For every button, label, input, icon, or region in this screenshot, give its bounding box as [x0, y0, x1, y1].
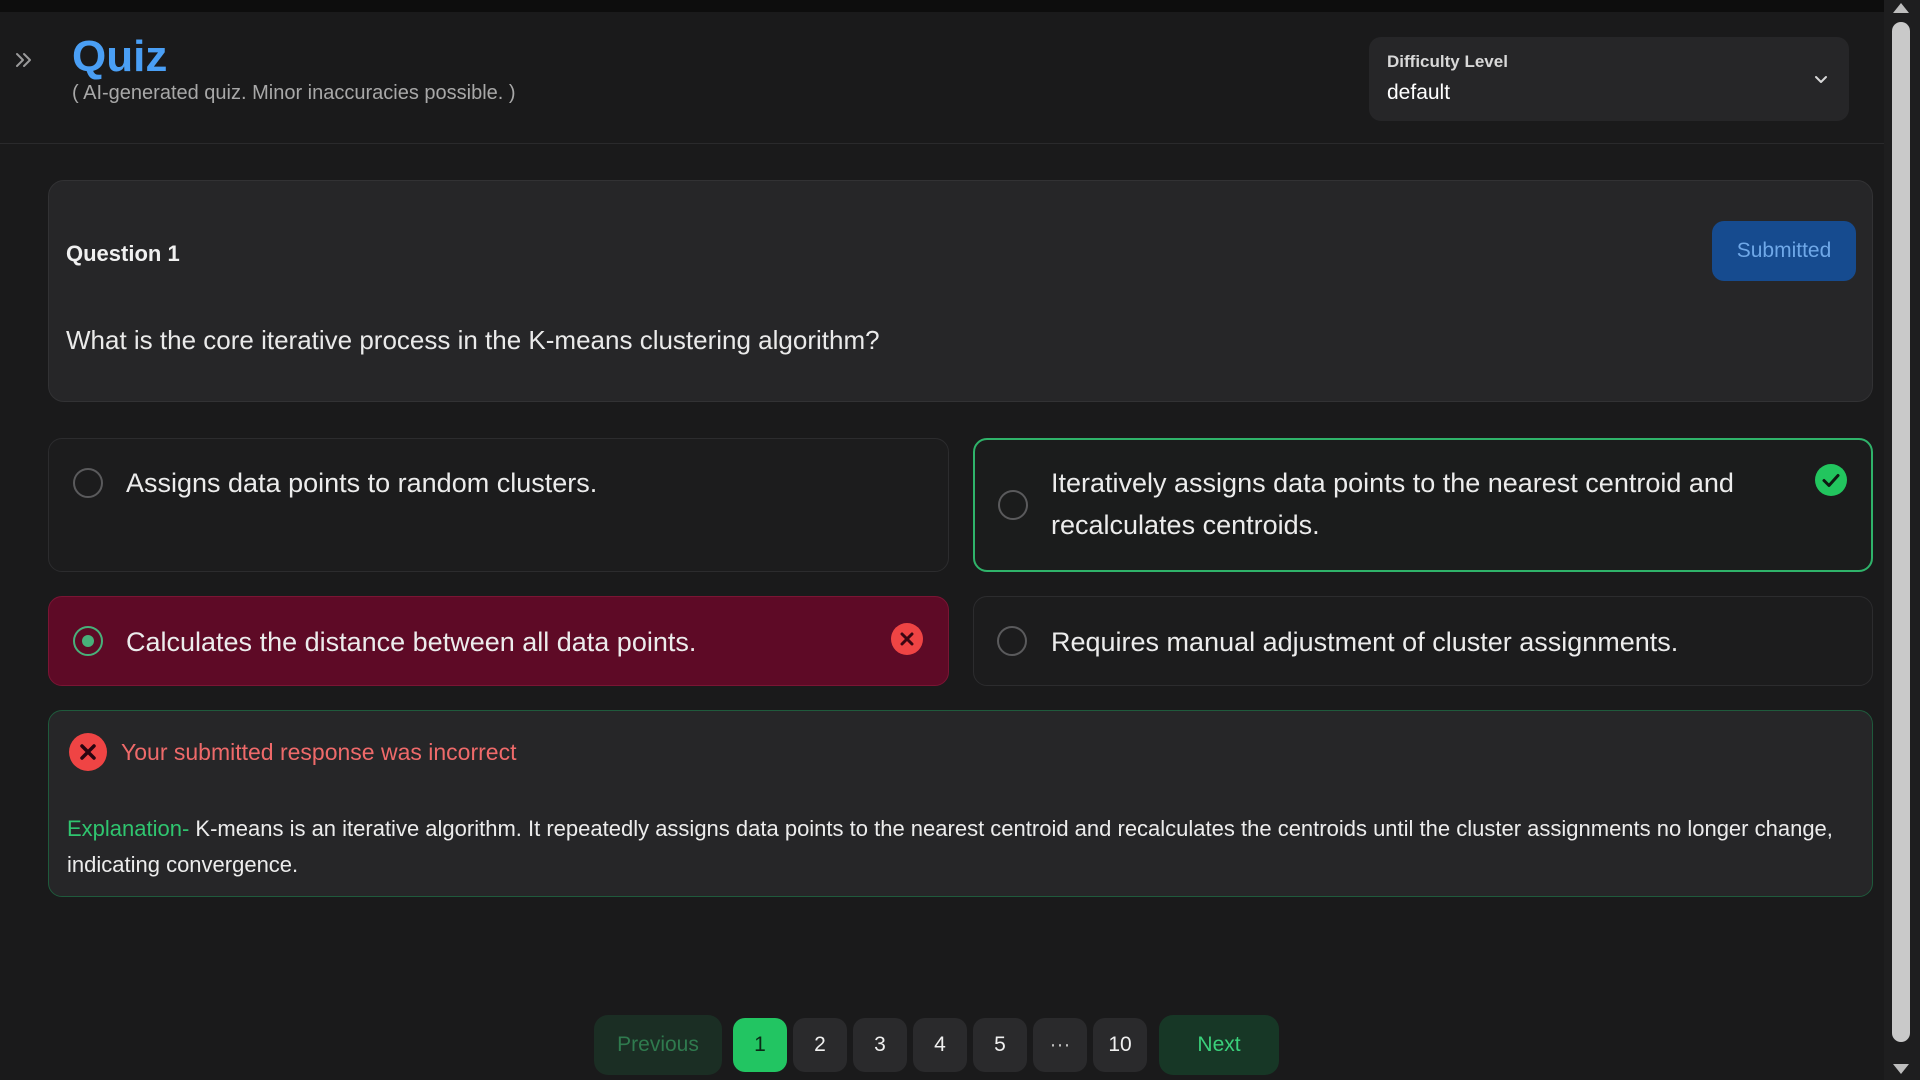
option-a[interactable]: Assigns data points to random clusters. [48, 438, 949, 572]
page-subtitle: ( AI-generated quiz. Minor inaccuracies … [72, 82, 516, 104]
question-text: What is the core iterative process in th… [66, 325, 880, 355]
radio-option-c[interactable] [73, 626, 103, 656]
option-d[interactable]: Requires manual adjustment of cluster as… [973, 596, 1873, 686]
scroll-down-arrow-icon[interactable] [1893, 1064, 1909, 1074]
scroll-thumb[interactable] [1892, 22, 1910, 1042]
option-c[interactable]: Calculates the distance between all data… [48, 596, 949, 686]
radio-option-d[interactable] [997, 626, 1027, 656]
explanation-text: K-means is an iterative algorithm. It re… [67, 816, 1833, 877]
x-circle-icon [69, 733, 107, 771]
option-d-text: Requires manual adjustment of cluster as… [1051, 627, 1679, 657]
difficulty-value: default [1387, 81, 1451, 104]
previous-button[interactable]: Previous [594, 1015, 722, 1075]
option-b-text: Iteratively assigns data points to the n… [1051, 468, 1734, 540]
page-10-button[interactable]: 10 [1093, 1018, 1147, 1072]
page-3-button[interactable]: 3 [853, 1018, 907, 1072]
question-number: Question 1 [66, 241, 180, 266]
difficulty-label: Difficulty Level [1387, 52, 1508, 71]
explanation-label: Explanation- [67, 816, 190, 841]
double-chevron-right-icon[interactable] [12, 48, 36, 72]
page-ellipsis: ··· [1033, 1018, 1087, 1072]
page-title: Quiz [72, 32, 168, 81]
page-1-button[interactable]: 1 [733, 1018, 787, 1072]
feedback-panel: Your submitted response was incorrect Ex… [48, 710, 1873, 897]
chevron-down-icon [1811, 69, 1831, 89]
page-4-button[interactable]: 4 [913, 1018, 967, 1072]
submitted-button[interactable]: Submitted [1712, 221, 1856, 281]
option-c-text: Calculates the distance between all data… [126, 627, 697, 657]
check-circle-icon [1815, 464, 1847, 496]
option-b[interactable]: Iteratively assigns data points to the n… [973, 438, 1873, 572]
x-circle-icon [891, 623, 923, 655]
browser-top-strip [0, 0, 1920, 12]
next-button[interactable]: Next [1159, 1015, 1279, 1075]
quiz-header: Quiz ( AI-generated quiz. Minor inaccura… [0, 12, 1884, 144]
question-card: Question 1 Submitted What is the core it… [48, 180, 1873, 402]
page-2-button[interactable]: 2 [793, 1018, 847, 1072]
page-5-button[interactable]: 5 [973, 1018, 1027, 1072]
quiz-page: Quiz ( AI-generated quiz. Minor inaccura… [0, 12, 1884, 1080]
radio-option-a[interactable] [73, 468, 103, 498]
difficulty-select[interactable]: Difficulty Level default [1369, 37, 1849, 121]
feedback-title: Your submitted response was incorrect [121, 739, 517, 765]
scrollbar[interactable] [1884, 0, 1920, 1080]
radio-option-b[interactable] [998, 490, 1028, 520]
scroll-up-arrow-icon[interactable] [1893, 3, 1909, 13]
explanation: Explanation- K-means is an iterative alg… [67, 811, 1857, 883]
option-a-text: Assigns data points to random clusters. [126, 468, 598, 498]
